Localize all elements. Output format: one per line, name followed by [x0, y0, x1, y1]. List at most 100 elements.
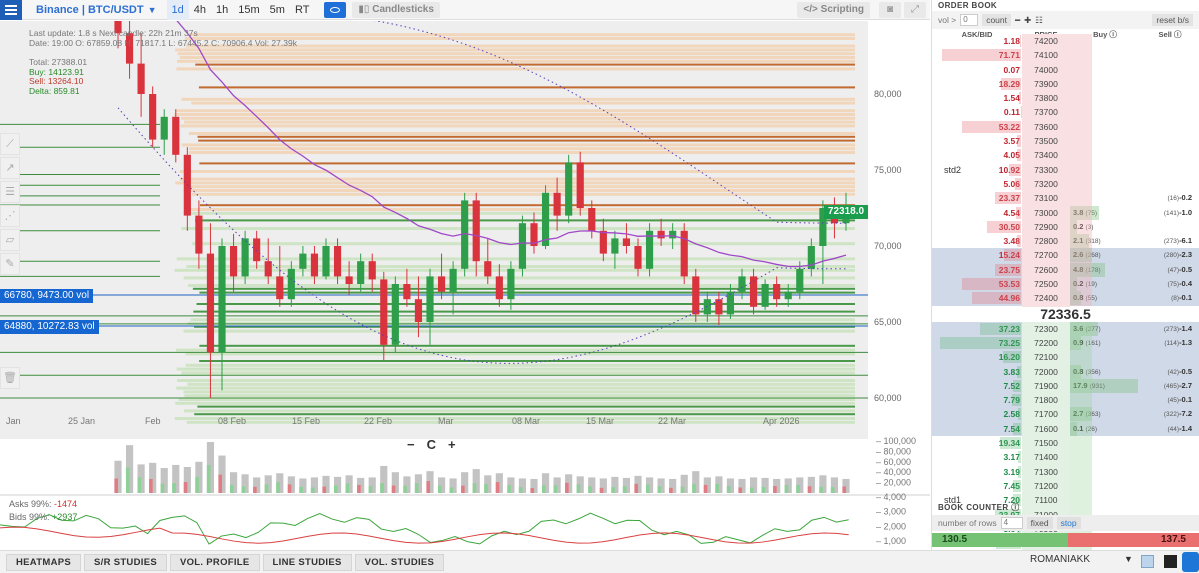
zoom-in-button[interactable]: + — [448, 437, 456, 452]
ask-row[interactable]: 18.29 73900 — [932, 76, 1199, 92]
light-theme-icon[interactable] — [1141, 555, 1154, 568]
tab-heatmaps[interactable]: HEATMAPS — [6, 553, 82, 571]
ask-row[interactable]: 15.24 72700 2.6 (268) (280)-2.3 — [932, 248, 1199, 264]
zoom-out-button[interactable]: − — [407, 437, 415, 452]
timeframe-5m[interactable]: 5m — [265, 0, 290, 20]
ray-icon[interactable]: ↗ — [0, 157, 20, 179]
count-button[interactable]: count — [982, 14, 1011, 26]
tab-vol-profile[interactable]: VOL. PROFILE — [169, 553, 260, 571]
heatmap-chart[interactable]: 80,000 75,000 70,000 65,000 60,000 Jan 25 Jan F… — [0, 21, 930, 550]
vol-filter-input[interactable]: 0 — [960, 14, 979, 26]
bid-row[interactable]: 7.79 71800 (45)-0.1 — [932, 393, 1199, 409]
candle-body — [218, 246, 226, 353]
ask-row[interactable]: 1.54 73800 — [932, 91, 1199, 106]
ask-row[interactable]: 1.18 74200 — [932, 34, 1199, 49]
volume-level-label[interactable]: 64880, 10272.83 vol — [0, 320, 99, 334]
channel-icon[interactable]: ▱ — [0, 229, 20, 251]
bid-row[interactable]: 2.58 71700 2.7 (363) (322)-7.2 — [932, 407, 1199, 423]
ask-row[interactable]: 30.50 72900 0.2 (3) — [932, 219, 1199, 236]
timeframe-RT[interactable]: RT — [290, 0, 314, 20]
bid-row[interactable]: 3.19 71300 — [932, 464, 1199, 479]
bid-row[interactable]: 3.17 71400 — [932, 450, 1199, 465]
sell-count: (42) — [1167, 368, 1180, 376]
heatmap-line — [199, 162, 855, 165]
camera-icon[interactable]: ◙ — [879, 1, 901, 18]
settings-icon[interactable]: ☷ — [1035, 15, 1043, 26]
ask-row[interactable]: 23.75 72600 4.8 (178) (47)-0.5 — [932, 262, 1199, 279]
sell-cell — [1140, 120, 1199, 134]
row-price: 73700 — [1022, 105, 1070, 120]
ask-row[interactable]: std2 10.92 73300 — [932, 162, 1199, 177]
trash-icon[interactable]: 🗑 — [0, 367, 20, 389]
volume-buy-bar — [426, 481, 430, 493]
row-price: 73400 — [1022, 148, 1070, 163]
volume-buy-bar — [472, 483, 477, 493]
ask-row[interactable]: 0.07 74000 — [932, 62, 1199, 77]
zoom-reset-button[interactable]: C — [427, 437, 436, 452]
menu-icon[interactable] — [0, 0, 22, 20]
minus-icon[interactable]: ━ — [1015, 15, 1020, 26]
timeframe-15m[interactable]: 15m — [233, 0, 264, 20]
ask-row[interactable]: 23.37 73100 (16)-0.2 — [932, 191, 1199, 207]
chat-icon[interactable] — [1182, 552, 1199, 572]
volume-buy-bar — [692, 483, 696, 493]
tab-line-studies[interactable]: LINE STUDIES — [262, 553, 352, 571]
tab-vol-studies[interactable]: VOL. STUDIES — [354, 553, 445, 571]
horizontal-lines-icon[interactable]: ☰ — [0, 181, 20, 203]
date-tick-label: 22 Mar — [658, 416, 686, 426]
bid-row[interactable]: 73.25 72200 0.9 (161) (114)-1.3 — [932, 335, 1199, 352]
rows-input[interactable]: 4 — [1000, 517, 1023, 529]
ask-row[interactable]: 5.06 73200 — [932, 176, 1199, 192]
ask-row[interactable]: 0.11 73700 — [932, 105, 1199, 120]
bid-row[interactable]: 16.20 72100 — [932, 350, 1199, 365]
fullscreen-icon[interactable]: ⤢ — [904, 1, 926, 18]
bid-row[interactable]: 7.54 71600 0.1 (26) (44)-1.4 — [932, 421, 1199, 438]
timeframe-4h[interactable]: 4h — [189, 0, 211, 20]
ask-row[interactable]: 53.53 72500 0.2 (19) (75)-0.4 — [932, 277, 1199, 293]
stop-button[interactable]: stop — [1056, 517, 1081, 529]
zoom-controls: − C + — [407, 437, 456, 452]
volume-buy-bar — [645, 484, 650, 493]
ask-row[interactable]: 4.05 73400 — [932, 148, 1199, 163]
ask-row[interactable]: 44.96 72400 0.8 (55) (8)-0.1 — [932, 291, 1199, 307]
order-book-controls: vol > 0 count ━ ✚ ☷ reset b/s — [932, 11, 1199, 29]
fib-icon[interactable]: ⋰ — [0, 205, 20, 227]
candle-body — [310, 253, 319, 277]
ask-row[interactable]: 3.57 73500 — [932, 134, 1199, 149]
reset-bs-button[interactable]: reset b/s — [1152, 14, 1193, 26]
fixed-button[interactable]: fixed — [1026, 517, 1053, 529]
volume-buy-bar — [380, 483, 384, 493]
bid-row[interactable]: 3.83 72000 0.8 (356) (42)-0.5 — [932, 364, 1199, 380]
user-menu[interactable]: ROMANIAKK ▼ — [1030, 554, 1133, 565]
bid-row[interactable]: 37.23 72300 3.6 (277) (273)-1.4 — [932, 321, 1199, 337]
bid-row[interactable]: 19.34 71500 — [932, 436, 1199, 451]
candle-body — [391, 284, 399, 345]
dark-theme-icon[interactable] — [1164, 555, 1177, 568]
plus-icon[interactable]: ✚ — [1024, 15, 1031, 26]
symbol-selector[interactable]: Binance | BTC/USDT ▼ — [22, 4, 167, 16]
bid-row[interactable]: 7.52 71900 17.9 (931) (465)-2.7 — [932, 378, 1199, 395]
trend-line-icon[interactable]: ⟋ — [0, 133, 20, 155]
candle-body — [761, 284, 769, 307]
ruler-icon[interactable]: ✎ — [0, 253, 20, 275]
sell-cell — [1140, 148, 1199, 162]
eye-icon[interactable] — [324, 1, 347, 18]
book-counter-title: BOOK COUNTER ⓘ — [938, 503, 1020, 512]
ask-row[interactable]: 53.22 73600 — [932, 119, 1199, 135]
bid-row[interactable]: 7.45 71200 — [932, 478, 1199, 494]
volume-buy-bar — [507, 485, 511, 493]
row-price: 72600 — [1022, 262, 1070, 279]
scripting-button[interactable]: </> Scripting — [797, 1, 870, 18]
timeframe-1d[interactable]: 1d — [166, 0, 189, 20]
volume-buy-bar — [541, 485, 546, 493]
volume-buy-bar — [310, 487, 315, 493]
timeframe-1h[interactable]: 1h — [211, 0, 233, 20]
ask-row[interactable]: 3.48 72800 2.1 (318) (273)-6.1 — [932, 234, 1199, 250]
chart-area[interactable]: 80,000 75,000 70,000 65,000 60,000 Jan 25 Jan F… — [0, 21, 930, 550]
candlesticks-button[interactable]: ▮▯ Candlesticks — [352, 1, 440, 18]
ask-row[interactable]: 4.54 73000 3.8 (75) (141)-1.0 — [932, 205, 1199, 221]
volume-level-label[interactable]: 66780, 9473.00 vol — [0, 289, 94, 303]
ask-amount: 0.11 — [1003, 107, 1020, 118]
tab-sr-studies[interactable]: S/R STUDIES — [84, 553, 167, 571]
ask-row[interactable]: 71.71 74100 — [932, 48, 1199, 63]
